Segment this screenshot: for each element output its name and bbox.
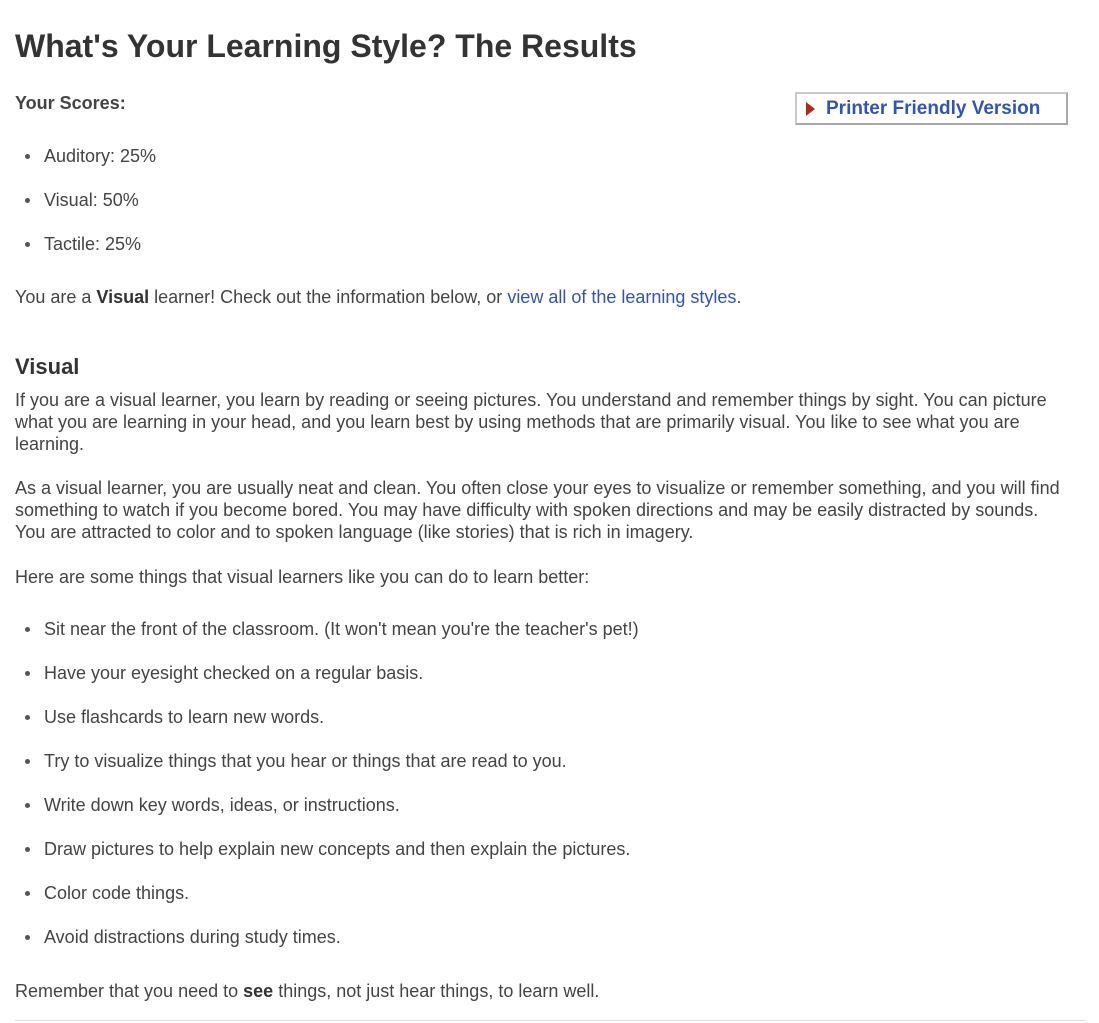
- score-auditory: Auditory: 25%: [15, 145, 156, 189]
- description-paragraph-2: As a visual learner, you are usually nea…: [15, 478, 1060, 542]
- score-tactile: Tactile: 25%: [15, 233, 156, 277]
- list-item: Sit near the front of the classroom. (It…: [15, 618, 639, 662]
- description-paragraph-1: If you are a visual learner, you learn b…: [15, 390, 1047, 454]
- result-suffix: .: [736, 287, 742, 307]
- view-all-learning-styles-link[interactable]: view all of the learning styles: [507, 287, 736, 307]
- list-item: Draw pictures to help explain new concep…: [15, 838, 639, 882]
- play-arrow-icon: [806, 101, 815, 116]
- list-item: Avoid distractions during study times.: [15, 926, 639, 970]
- score-visual: Visual: 50%: [15, 189, 156, 233]
- result-style: Visual: [96, 287, 150, 307]
- printer-friendly-button[interactable]: Printer Friendly Version: [795, 92, 1068, 125]
- closing-suffix: things, not just hear things, to learn w…: [273, 981, 600, 1001]
- closing-statement: Remember that you need to see things, no…: [15, 980, 1073, 1002]
- bottom-divider: [15, 1020, 1085, 1021]
- list-item: Color code things.: [15, 882, 639, 926]
- closing-emphasis: see: [243, 981, 274, 1001]
- result-middle: learner! Check out the information below…: [149, 287, 508, 307]
- tips-list: Sit near the front of the classroom. (It…: [15, 618, 639, 970]
- section-heading: Visual: [15, 354, 80, 379]
- list-item: Write down key words, ideas, or instruct…: [15, 794, 639, 838]
- result-prefix: You are a: [15, 287, 97, 307]
- result-statement: You are a Visual learner! Check out the …: [15, 286, 1073, 308]
- closing-prefix: Remember that you need to: [15, 981, 244, 1001]
- scores-list: Auditory: 25% Visual: 50% Tactile: 25%: [15, 145, 156, 277]
- printer-friendly-label: Printer Friendly Version: [826, 97, 1041, 119]
- list-item: Have your eyesight checked on a regular …: [15, 662, 639, 706]
- page-title: What's Your Learning Style? The Results: [15, 28, 637, 64]
- list-item: Try to visualize things that you hear or…: [15, 750, 639, 794]
- list-item: Use flashcards to learn new words.: [15, 706, 639, 750]
- scores-label: Your Scores:: [15, 93, 126, 113]
- tips-intro: Here are some things that visual learner…: [15, 567, 590, 587]
